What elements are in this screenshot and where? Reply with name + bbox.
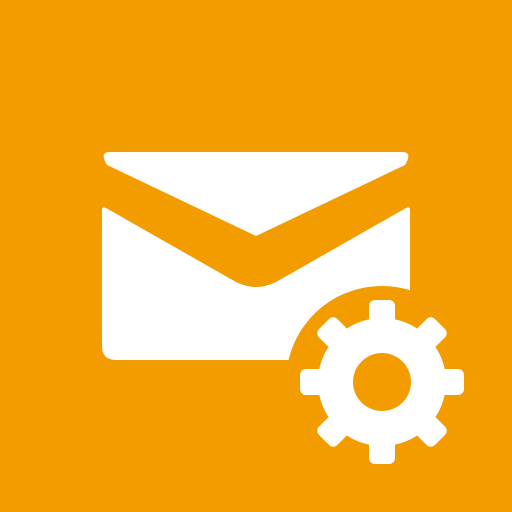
app-icon-graphic bbox=[0, 0, 512, 512]
gear-icon bbox=[286, 286, 478, 478]
mail-settings-app-icon[interactable] bbox=[0, 0, 512, 512]
gear-hole bbox=[353, 353, 411, 411]
